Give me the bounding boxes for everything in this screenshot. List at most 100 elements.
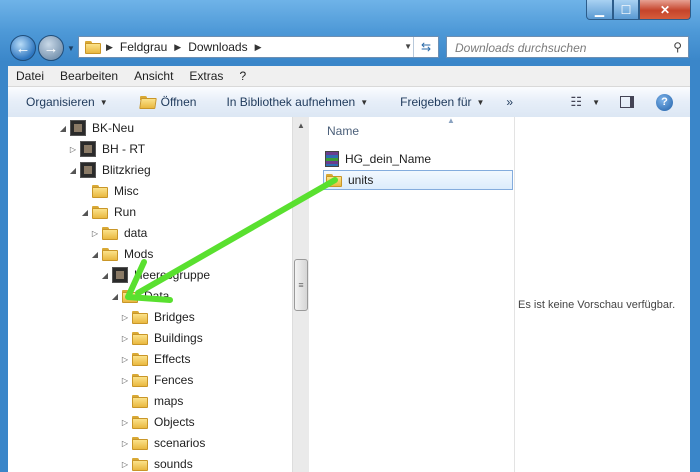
tree-item-label: scenarios [154, 436, 206, 450]
address-bar[interactable]: ▶ Feldgrau ▶ Downloads ▶ ▼ ⇆ [78, 36, 439, 58]
column-header-name[interactable]: Name [327, 124, 359, 138]
tree-item-buildings[interactable]: ▷ Buildings [120, 328, 203, 348]
folder-icon [132, 436, 148, 450]
folder-icon [102, 226, 118, 240]
expanded-triangle-icon[interactable]: ◢ [58, 124, 68, 133]
breadcrumb-segment[interactable]: Feldgrau [120, 40, 167, 54]
back-button[interactable]: ← [10, 35, 36, 61]
maximize-button[interactable]: ☐ [613, 0, 639, 20]
file-row[interactable]: HG_dein_Name [325, 149, 431, 169]
collapsed-triangle-icon[interactable]: ▷ [120, 460, 130, 469]
chevron-down-icon: ▼ [360, 97, 369, 107]
chevron-down-icon: ▼ [99, 97, 108, 107]
tree-item-label: Blitzkrieg [102, 163, 151, 177]
folder-icon [102, 247, 118, 261]
forward-button[interactable]: → [38, 35, 64, 61]
open-folder-icon [139, 95, 156, 109]
search-icon[interactable]: ⚲ [673, 40, 682, 54]
collapsed-triangle-icon[interactable]: ▷ [120, 439, 130, 448]
share-with-button[interactable]: Freigeben für ▼ [378, 95, 494, 109]
tree-item-label: Heeresgruppe [134, 268, 211, 282]
tree-item-data[interactable]: ▷ data [90, 223, 147, 243]
tree-item-bk-neu[interactable]: ◢ BK-Neu [58, 118, 134, 138]
tree-item-label: data [124, 226, 148, 240]
close-icon: ✕ [659, 2, 671, 17]
menu-view[interactable]: Ansicht [126, 69, 181, 83]
search-input[interactable] [453, 40, 657, 56]
menu-edit[interactable]: Bearbeiten [52, 69, 126, 83]
tree-item-run[interactable]: ◢ Run [80, 202, 136, 222]
tree-item-label: BK-Neu [92, 121, 135, 135]
more-commands-button[interactable]: » [494, 95, 523, 109]
breadcrumb-chevron-icon[interactable]: ▶ [255, 42, 262, 53]
folder-icon [132, 331, 148, 345]
view-options-icon[interactable]: ☷ [570, 94, 582, 110]
collapsed-triangle-icon[interactable]: ▷ [90, 229, 100, 238]
tree-item-scenarios[interactable]: ▷ scenarios [120, 433, 205, 453]
maximize-icon: ☐ [620, 2, 632, 17]
tree-item-fences[interactable]: ▷ Fences [120, 370, 193, 390]
tree-item-label: Data [144, 289, 170, 303]
open-button[interactable]: Öffnen [118, 95, 207, 109]
menu-help[interactable]: ? [231, 69, 254, 83]
tree-item-heeresgruppe[interactable]: ◢ Heeresgruppe [100, 265, 210, 285]
refresh-button[interactable]: ⇆ [413, 37, 438, 57]
breadcrumb-chevron-icon[interactable]: ▶ [106, 42, 113, 53]
expanded-triangle-icon[interactable]: ◢ [68, 166, 78, 175]
collapsed-triangle-icon[interactable]: ▷ [120, 418, 130, 427]
expanded-triangle-icon[interactable]: ◢ [80, 208, 90, 217]
file-name: units [348, 173, 374, 187]
breadcrumb-segment[interactable]: Downloads [188, 40, 247, 54]
no-preview-message: Es ist keine Vorschau verfügbar. [518, 299, 676, 311]
nav-scrollbar[interactable]: ▲ ≡ [292, 117, 310, 472]
scroll-up-icon[interactable]: ▲ [297, 121, 305, 130]
share-with-label: Freigeben für [400, 95, 472, 109]
collapsed-triangle-icon[interactable]: ▷ [120, 376, 130, 385]
scroll-thumb[interactable]: ≡ [294, 259, 308, 311]
close-button[interactable]: ✕ [639, 0, 691, 20]
tree-item-bridges[interactable]: ▷ Bridges [120, 307, 195, 327]
file-row[interactable]: units [323, 170, 513, 190]
recent-pages-dropdown[interactable]: ▼ [67, 44, 75, 53]
tree-item-bh-rt[interactable]: ▷ BH - RT [68, 139, 145, 159]
preview-pane: Es ist keine Vorschau verfügbar. [515, 117, 690, 472]
navigation-pane: ◢ BK-Neu ▷ BH - RT ◢ Blitzkrieg Misc ◢ Run ▷ data ◢… [8, 117, 292, 472]
tree-item-maps[interactable]: maps [120, 391, 183, 411]
organize-button[interactable]: Organisieren ▼ [8, 95, 118, 109]
minimize-icon: ▁ [594, 2, 605, 17]
expanded-triangle-icon[interactable]: ◢ [90, 250, 100, 259]
organize-label: Organisieren [26, 95, 95, 109]
tree-item-blitzkrieg[interactable]: ◢ Blitzkrieg [68, 160, 151, 180]
minimize-button[interactable]: ▁ [586, 0, 613, 20]
add-to-library-button[interactable]: In Bibliothek aufnehmen ▼ [206, 95, 378, 109]
tree-item-sounds[interactable]: ▷ sounds [120, 454, 193, 472]
collapsed-triangle-icon[interactable]: ▷ [68, 145, 78, 154]
expanded-triangle-icon[interactable]: ◢ [110, 292, 120, 301]
add-to-library-label: In Bibliothek aufnehmen [226, 95, 356, 109]
rar-archive-icon [325, 151, 339, 167]
collapsed-triangle-icon[interactable]: ▷ [120, 355, 130, 364]
more-label: » [506, 95, 514, 109]
expanded-triangle-icon[interactable]: ◢ [100, 271, 110, 280]
menu-file[interactable]: Datei [8, 69, 52, 83]
tree-item-data[interactable]: ◢ Data [110, 286, 169, 306]
tree-item-mods[interactable]: ◢ Mods [90, 244, 153, 264]
menu-tools[interactable]: Extras [181, 69, 231, 83]
explorer-window: ▁ ☐ ✕ ← → ▼ ▶ Feldgrau ▶ Downloads ▶ ▼ ⇆… [0, 0, 700, 472]
tree-item-effects[interactable]: ▷ Effects [120, 349, 190, 369]
tree-item-label: Objects [154, 415, 195, 429]
tree-item-objects[interactable]: ▷ Objects [120, 412, 195, 432]
preview-pane-icon[interactable] [620, 96, 634, 108]
breadcrumb-chevron-icon[interactable]: ▶ [174, 42, 181, 53]
folder-icon [92, 205, 108, 219]
chevron-down-icon[interactable]: ▼ [404, 42, 412, 51]
chevron-down-icon[interactable]: ▼ [592, 98, 600, 107]
arrow-left-icon: ← [15, 39, 31, 57]
tree-item-misc[interactable]: Misc [80, 181, 139, 201]
collapsed-triangle-icon[interactable]: ▷ [120, 334, 130, 343]
folder-icon [132, 352, 148, 366]
help-icon[interactable]: ? [656, 93, 673, 111]
collapsed-triangle-icon[interactable]: ▷ [120, 313, 130, 322]
search-box[interactable]: ⚲ [446, 36, 689, 58]
tree-item-label: BH - RT [102, 142, 146, 156]
